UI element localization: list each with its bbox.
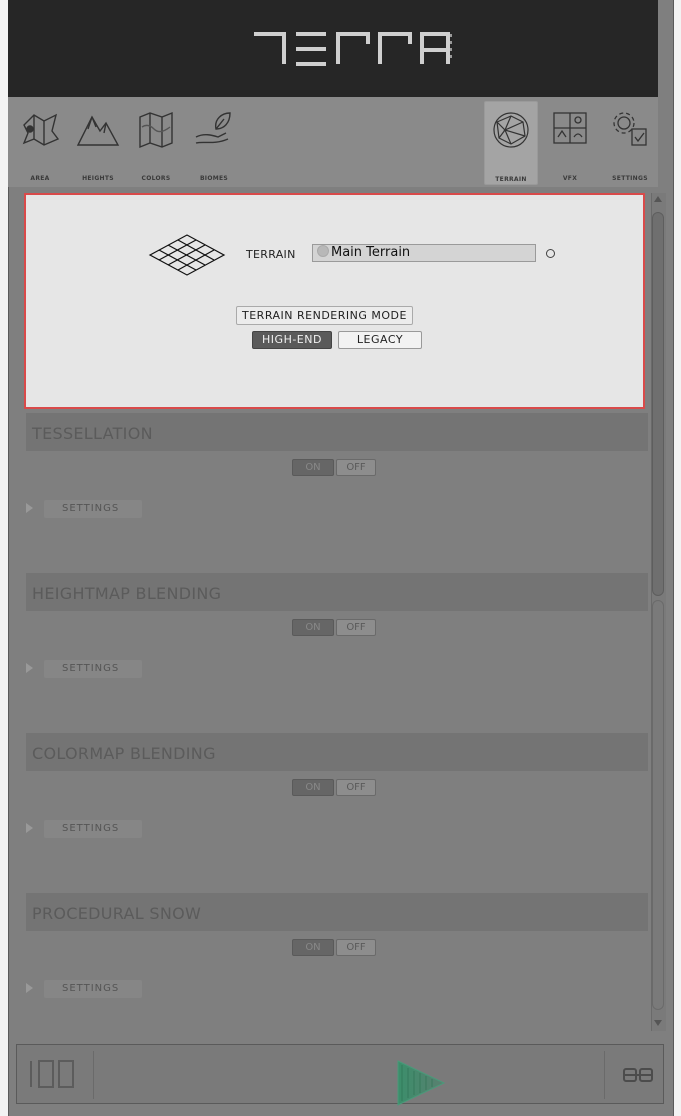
- tool-colors[interactable]: COLORS: [130, 101, 182, 183]
- section-title: TESSELLATION: [32, 424, 153, 443]
- link-icon[interactable]: [623, 1067, 653, 1083]
- main-toolbar: AREA HEIGHTS COLORS BIOMES TERRAIN VFX S…: [8, 97, 658, 187]
- off-button[interactable]: OFF: [336, 779, 376, 796]
- area-map-icon: [22, 113, 60, 146]
- terrain-grid-icon: [148, 234, 226, 276]
- terrain-object-field[interactable]: Main Terrain: [312, 244, 536, 262]
- terra-logo: [254, 32, 452, 66]
- footer-bar: [16, 1044, 664, 1106]
- section-tessellation: TESSELLATION ON OFF SETTINGS: [26, 413, 648, 563]
- tool-heights[interactable]: HEIGHTS: [72, 101, 124, 183]
- resolution-icon[interactable]: [27, 1057, 79, 1091]
- mountains-icon: [76, 115, 120, 146]
- play-icon[interactable]: [396, 1059, 446, 1107]
- sphere-mesh-icon: [493, 112, 529, 148]
- footer-center: [93, 1051, 605, 1106]
- settings-foldout[interactable]: SETTINGS: [44, 660, 142, 678]
- scroll-up-icon[interactable]: [654, 196, 662, 202]
- on-button[interactable]: ON: [292, 619, 334, 636]
- section-colormap-blending: COLORMAP BLENDING ON OFF SETTINGS: [26, 733, 648, 883]
- section-title: PROCEDURAL SNOW: [32, 904, 202, 923]
- off-button[interactable]: OFF: [336, 619, 376, 636]
- tool-label: BIOMES: [199, 175, 229, 182]
- scroll-down-icon[interactable]: [654, 1020, 662, 1026]
- section-header[interactable]: TESSELLATION: [26, 413, 648, 451]
- scrollbar-lower-track: [652, 600, 664, 1010]
- off-button[interactable]: OFF: [336, 459, 376, 476]
- object-picker-icon[interactable]: [546, 249, 555, 258]
- expand-arrow-icon[interactable]: [26, 823, 33, 833]
- expand-arrow-icon[interactable]: [26, 983, 33, 993]
- leaf-hand-icon: [195, 112, 231, 144]
- settings-foldout[interactable]: SETTINGS: [44, 820, 142, 838]
- rendering-mode-label: TERRAIN RENDERING MODE: [236, 306, 413, 325]
- expand-arrow-icon[interactable]: [26, 663, 33, 673]
- section-title: HEIGHTMAP BLENDING: [32, 584, 222, 603]
- colormap-icon: [139, 111, 173, 149]
- high-end-button[interactable]: HIGH-END: [252, 331, 332, 349]
- terrain-panel: TERRAIN Main Terrain TERRAIN RENDERING M…: [24, 193, 645, 409]
- section-title: COLORMAP BLENDING: [32, 744, 216, 763]
- settings-foldout[interactable]: SETTINGS: [44, 500, 142, 518]
- terrain-label: TERRAIN: [246, 248, 296, 261]
- app-header: [8, 0, 658, 98]
- terrain-field-value: Main Terrain: [331, 245, 411, 260]
- section-heightmap-blending: HEIGHTMAP BLENDING ON OFF SETTINGS: [26, 573, 648, 723]
- off-button[interactable]: OFF: [336, 939, 376, 956]
- tool-terrain[interactable]: TERRAIN: [484, 101, 538, 185]
- tool-biomes[interactable]: BIOMES: [188, 101, 240, 183]
- tool-settings[interactable]: SETTINGS: [604, 101, 656, 183]
- gears-icon: [613, 112, 647, 146]
- expand-arrow-icon[interactable]: [26, 503, 33, 513]
- section-procedural-snow: PROCEDURAL SNOW ON OFF SETTINGS: [26, 893, 648, 1043]
- on-button[interactable]: ON: [292, 939, 334, 956]
- section-header[interactable]: COLORMAP BLENDING: [26, 733, 648, 771]
- on-button[interactable]: ON: [292, 459, 334, 476]
- tool-vfx[interactable]: VFX: [544, 101, 596, 183]
- tool-label: SETTINGS: [612, 175, 648, 182]
- scrollbar-thumb[interactable]: [652, 212, 664, 596]
- legacy-button[interactable]: LEGACY: [338, 331, 422, 349]
- section-header[interactable]: HEIGHTMAP BLENDING: [26, 573, 648, 611]
- tool-area[interactable]: AREA: [14, 101, 66, 183]
- settings-foldout[interactable]: SETTINGS: [44, 980, 142, 998]
- section-header[interactable]: PROCEDURAL SNOW: [26, 893, 648, 931]
- object-icon: [317, 245, 329, 257]
- vfx-icon: [553, 112, 587, 144]
- on-button[interactable]: ON: [292, 779, 334, 796]
